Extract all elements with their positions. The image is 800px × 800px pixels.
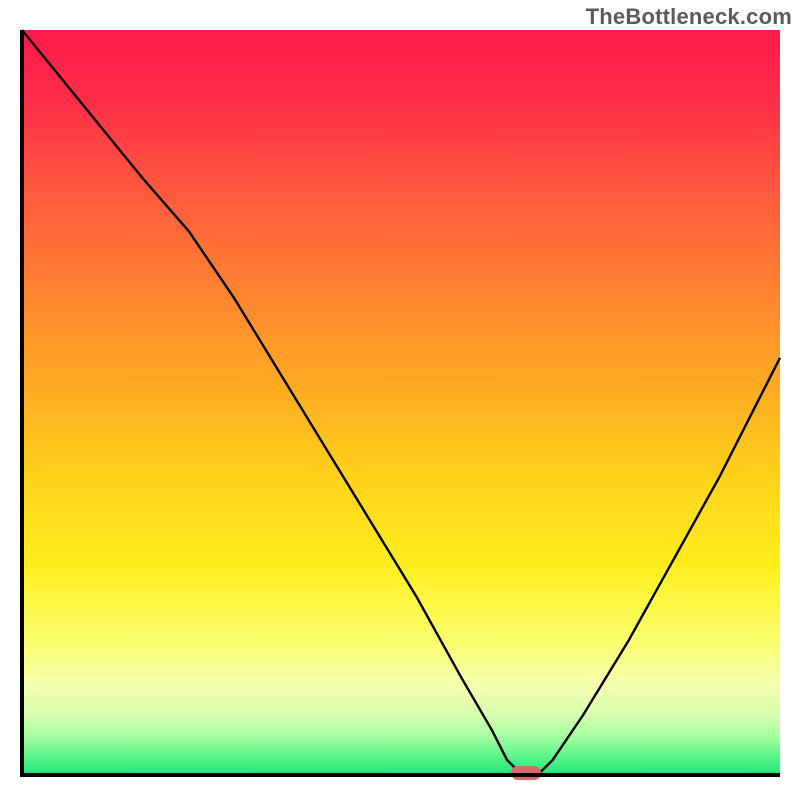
plot-background [22, 30, 780, 775]
bottleneck-chart [0, 0, 800, 800]
chart-container: TheBottleneck.com [0, 0, 800, 800]
